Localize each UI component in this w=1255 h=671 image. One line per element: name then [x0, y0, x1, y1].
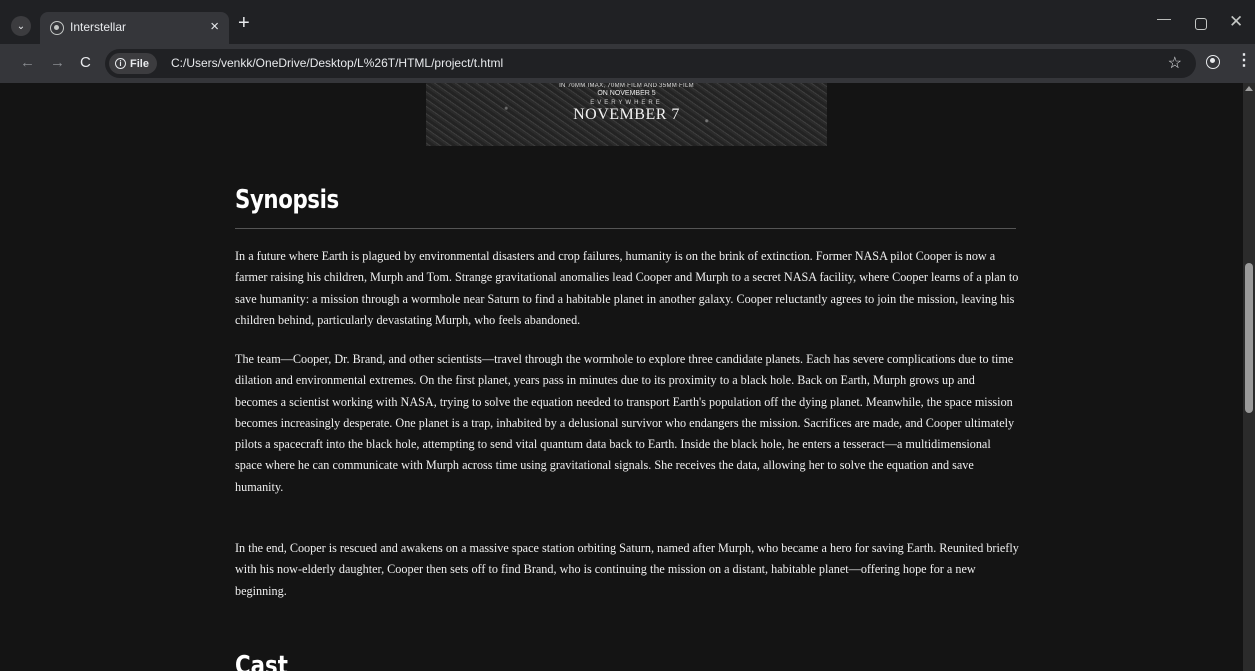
tab-title: Interstellar: [70, 20, 127, 34]
cast-heading: Cast: [235, 651, 288, 671]
synopsis-paragraph-1: In a future where Earth is plagued by en…: [235, 249, 1019, 327]
address-bar[interactable]: i File C:/Users/venkk/OneDrive/Desktop/L…: [105, 49, 1196, 78]
url-text[interactable]: C:/Users/venkk/OneDrive/Desktop/L%26T/HT…: [171, 56, 503, 70]
section-divider: [235, 228, 1016, 229]
poster-imax-date: ON NOVEMBER 5: [597, 90, 656, 97]
new-tab-button[interactable]: +: [238, 12, 250, 34]
poster-formats: IN 70MM IMAX, 70MM FILM AND 35MM FILM: [559, 83, 694, 89]
scroll-thumb[interactable]: [1245, 263, 1253, 413]
tab-interstellar[interactable]: Interstellar ×: [40, 12, 229, 44]
info-icon: i: [115, 58, 126, 69]
synopsis-heading: Synopsis: [235, 185, 339, 215]
globe-icon: [50, 21, 64, 35]
page-viewport: IN 70MM IMAX, 70MM FILM AND 35MM FILM ON…: [0, 83, 1243, 671]
forward-button[interactable]: →: [50, 54, 65, 71]
menu-kebab-icon[interactable]: ⋮: [1236, 53, 1252, 69]
poster-release-date: NOVEMBER 7: [573, 106, 680, 123]
profile-icon[interactable]: [1206, 55, 1220, 69]
synopsis-paragraph-2: The team—Cooper, Dr. Brand, and other sc…: [235, 352, 1015, 494]
close-window-button[interactable]: ✕: [1229, 12, 1243, 32]
browser-toolbar: ← → C i File C:/Users/venkk/OneDrive/Des…: [0, 44, 1255, 83]
tab-strip: ⌄ Interstellar × + — ✕: [0, 0, 1255, 44]
chevron-down-icon: ⌄: [16, 20, 26, 32]
bookmark-star-icon[interactable]: ☆: [1168, 53, 1182, 73]
synopsis-paragraph-3: In the end, Cooper is rescued and awaken…: [235, 541, 1019, 598]
close-tab-icon[interactable]: ×: [210, 18, 219, 35]
poster-image: IN 70MM IMAX, 70MM FILM AND 35MM FILM ON…: [426, 83, 827, 146]
file-label: File: [130, 57, 149, 70]
back-button[interactable]: ←: [20, 54, 35, 71]
minimize-button[interactable]: —: [1157, 10, 1171, 26]
site-info-chip[interactable]: i File: [109, 53, 157, 74]
tab-search-button[interactable]: ⌄: [11, 16, 31, 36]
restore-button[interactable]: [1195, 18, 1207, 30]
scroll-up-arrow-icon[interactable]: [1245, 86, 1253, 91]
reload-button[interactable]: C: [80, 54, 91, 71]
page-scrollbar[interactable]: [1243, 83, 1255, 671]
